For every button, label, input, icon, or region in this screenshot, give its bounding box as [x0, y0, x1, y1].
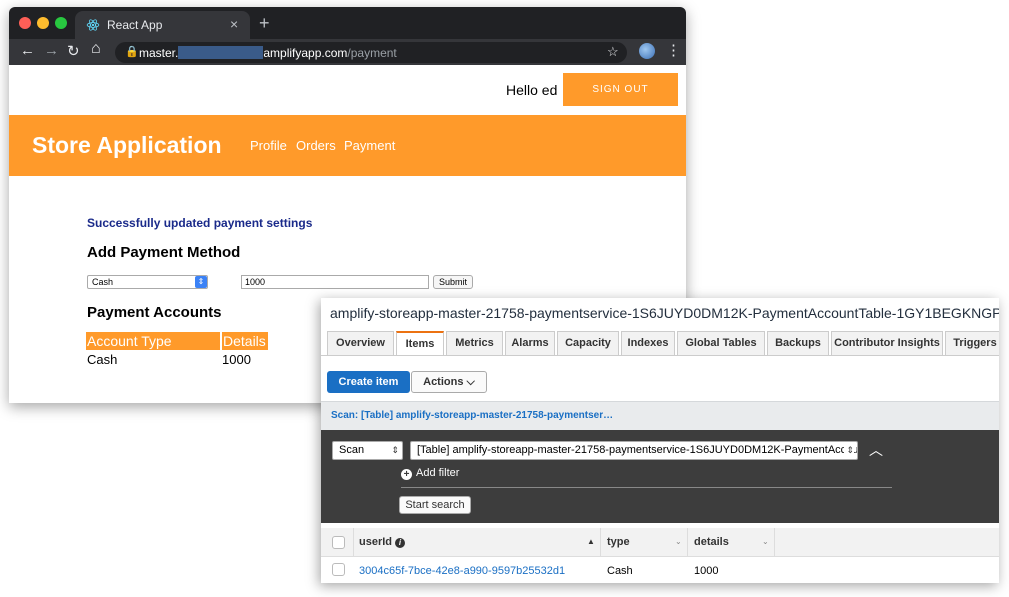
row-checkbox[interactable] — [332, 563, 345, 576]
url-prefix: master. — [139, 46, 179, 60]
scan-mode-value: Scan — [339, 444, 365, 456]
column-divider — [600, 528, 601, 557]
scan-target-value: [Table] amplify-storeapp-master-21758-pa… — [417, 444, 858, 456]
extension-icon[interactable] — [639, 43, 655, 59]
column-header-details[interactable]: details — [694, 536, 729, 548]
select-all-checkbox[interactable] — [332, 536, 345, 549]
scan-breadcrumb-bar: Scan: [Table] amplify-storeapp-master-21… — [321, 401, 999, 430]
tab-contributor-insights[interactable]: Contributor Insights — [831, 331, 943, 355]
tab-capacity[interactable]: Capacity — [557, 331, 619, 355]
tab-alarms[interactable]: Alarms — [505, 331, 555, 355]
header-account-type: Account Type — [86, 332, 220, 350]
screenshot-stage: React App × + ← → ↻ ⌂ 🔒 master. amplifyap… — [0, 0, 1009, 597]
filter-divider — [401, 487, 892, 488]
cell-type: Cash — [607, 565, 633, 577]
column-divider — [687, 528, 688, 557]
reload-icon[interactable]: ↻ — [67, 42, 80, 60]
cell-userid-link[interactable]: 3004c65f-7bce-42e8-a990-9597b25532d1 — [359, 565, 565, 577]
forward-arrow-icon[interactable]: → — [44, 42, 59, 59]
payment-accounts-heading: Payment Accounts — [87, 304, 222, 321]
select-arrows-icon: ⇕ — [391, 445, 399, 455]
scan-breadcrumb[interactable]: Scan: [Table] amplify-storeapp-master-21… — [331, 410, 613, 421]
user-greeting: Hello ed — [506, 82, 558, 98]
account-details-cell: 1000 — [222, 352, 251, 367]
maximize-window-button[interactable] — [55, 17, 67, 29]
nav-link-profile[interactable]: Profile — [250, 138, 287, 153]
tab-backups[interactable]: Backups — [767, 331, 829, 355]
submit-button[interactable]: Submit — [433, 275, 473, 289]
start-search-button[interactable]: Start search — [399, 496, 471, 514]
create-item-button[interactable]: Create item — [327, 371, 410, 393]
home-icon[interactable]: ⌂ — [91, 40, 101, 58]
tab-indexes[interactable]: Indexes — [621, 331, 675, 355]
browser-tab-bar: React App × + — [9, 7, 686, 39]
payment-type-select[interactable]: Cash ⇕ — [87, 275, 208, 289]
redacted-url-segment — [178, 46, 264, 59]
tab-triggers[interactable]: Triggers — [945, 331, 999, 355]
url-host: amplifyapp.com — [263, 46, 348, 60]
chevron-up-icon[interactable]: ︿ — [869, 440, 883, 460]
tab-divider — [321, 355, 999, 356]
nav-link-orders[interactable]: Orders — [296, 138, 336, 153]
items-grid-header: userId i ▲ type ⌄ details ⌄ — [321, 528, 999, 557]
minimize-window-button[interactable] — [37, 17, 49, 29]
table-title: amplify-storeapp-master-21758-paymentser… — [330, 305, 999, 321]
info-icon[interactable]: i — [395, 538, 406, 548]
column-header-userid-label: userId — [359, 536, 393, 548]
sort-ascending-icon[interactable]: ▲ — [587, 537, 595, 546]
tab-metrics[interactable]: Metrics — [446, 331, 503, 355]
add-payment-heading: Add Payment Method — [87, 244, 241, 261]
add-filter-label: Add filter — [416, 467, 460, 479]
chevron-down-icon: ⌵ — [466, 376, 475, 388]
select-arrows-icon: ⇕ — [844, 442, 854, 459]
column-divider — [774, 528, 775, 557]
app-title: Store Application — [32, 132, 222, 158]
sign-out-button[interactable]: SIGN OUT — [563, 73, 678, 106]
nav-link-payment[interactable]: Payment — [344, 138, 395, 153]
lock-icon: 🔒 — [125, 46, 139, 58]
browser-toolbar: ← → ↻ ⌂ 🔒 master. amplifyapp.com/payment … — [9, 39, 686, 65]
column-divider — [353, 528, 354, 557]
actions-dropdown[interactable]: Actions ⌵ — [411, 371, 487, 393]
close-window-button[interactable] — [19, 17, 31, 29]
tab-title: React App — [107, 18, 163, 32]
bookmark-star-icon[interactable]: ☆ — [607, 44, 619, 60]
dynamodb-console: amplify-storeapp-master-21758-paymentser… — [321, 298, 999, 583]
account-type-cell: Cash — [87, 352, 118, 367]
success-message: Successfully updated payment settings — [87, 216, 313, 230]
table-row[interactable]: 3004c65f-7bce-42e8-a990-9597b25532d1 Cas… — [321, 558, 999, 583]
payment-type-value: Cash — [92, 277, 114, 287]
react-logo-icon — [86, 19, 100, 31]
url-text: master. amplifyapp.com/payment — [139, 46, 397, 60]
sort-icon[interactable]: ⌄ — [675, 537, 682, 546]
header-details: Details — [222, 332, 268, 350]
scan-mode-select[interactable]: Scan ⇕ — [332, 441, 403, 460]
sort-icon[interactable]: ⌄ — [762, 537, 769, 546]
actions-label: Actions — [423, 376, 464, 388]
url-path: /payment — [347, 46, 397, 60]
browser-menu-icon[interactable]: ⋮ — [666, 41, 681, 59]
add-filter-button[interactable]: + Add filter — [401, 467, 459, 480]
tab-global-tables[interactable]: Global Tables — [677, 331, 765, 355]
scan-target-select[interactable]: [Table] amplify-storeapp-master-21758-pa… — [410, 441, 858, 460]
column-header-userid[interactable]: userId i — [359, 536, 406, 548]
app-header-banner: Store Application Profile Orders Payment — [9, 115, 686, 176]
scan-panel: Scan ⇕ [Table] amplify-storeapp-master-2… — [321, 430, 999, 523]
new-tab-icon[interactable]: + — [259, 13, 270, 34]
plus-circle-icon: + — [401, 469, 412, 480]
browser-tab[interactable]: React App × — [75, 11, 250, 39]
address-bar[interactable]: 🔒 master. amplifyapp.com/payment ☆ — [115, 42, 627, 63]
cell-details: 1000 — [694, 565, 719, 577]
close-tab-icon[interactable]: × — [230, 16, 238, 32]
tab-items[interactable]: Items — [396, 331, 444, 356]
payment-details-input[interactable]: 1000 — [241, 275, 429, 289]
tab-overview[interactable]: Overview — [327, 331, 394, 355]
column-header-type[interactable]: type — [607, 536, 630, 548]
select-arrows-icon: ⇕ — [195, 276, 207, 288]
back-arrow-icon[interactable]: ← — [20, 42, 35, 59]
